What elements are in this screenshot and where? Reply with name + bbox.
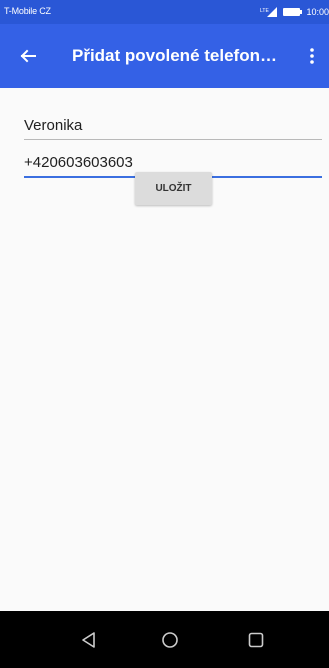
more-vert-icon [310,48,314,64]
status-bar: T-Mobile CZ LTE 10:00 [0,0,329,24]
save-button[interactable]: ULOŽIT [135,172,212,205]
signal-icon: LTE [260,7,278,17]
page-title: Přidat povolené telefon… [72,46,277,65]
clock: 10:00 [306,7,329,17]
name-field[interactable] [24,111,322,140]
recents-square-icon[interactable] [244,628,268,652]
home-circle-icon[interactable] [158,628,182,652]
svg-text:LTE: LTE [260,8,269,14]
arrow-left-icon [20,49,36,63]
back-button[interactable] [8,36,48,76]
navigation-bar [0,611,329,668]
status-icons: LTE 10:00 [260,0,329,24]
battery-icon [283,8,303,16]
back-triangle-icon[interactable] [77,628,101,652]
overflow-menu-button[interactable] [297,36,327,76]
carrier-name: T-Mobile CZ [4,6,51,16]
app-bar: Přidat povolené telefon… [0,24,329,88]
